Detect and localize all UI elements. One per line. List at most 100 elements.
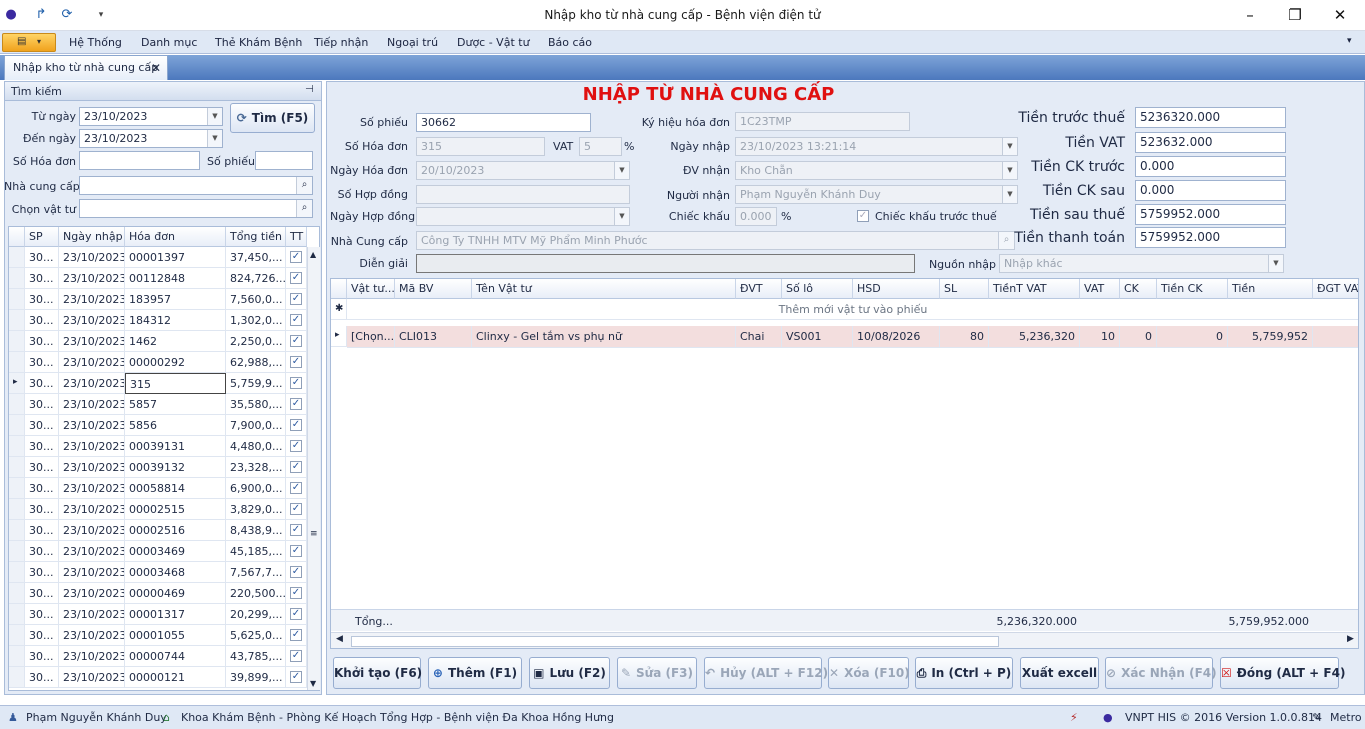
row-date-cell[interactable]: 23/10/2023 bbox=[59, 373, 125, 394]
row-date-cell[interactable]: 23/10/2023 bbox=[59, 541, 125, 562]
row-date-cell[interactable]: 23/10/2023 bbox=[59, 499, 125, 520]
chevron-down-icon[interactable]: ▼ bbox=[207, 130, 222, 147]
row-sp-cell[interactable]: 30... bbox=[25, 415, 59, 436]
row-date-cell[interactable]: 23/10/2023 bbox=[59, 457, 125, 478]
row-date-cell[interactable]: 23/10/2023 bbox=[59, 331, 125, 352]
payment-value[interactable]: 5759952.000 bbox=[1135, 227, 1286, 248]
status-checkbox[interactable]: ✓ bbox=[290, 335, 302, 347]
items-col-header[interactable]: ĐVT bbox=[736, 279, 782, 299]
row-indicator[interactable] bbox=[9, 667, 25, 688]
discount-before-tax-checkbox[interactable]: ✓ bbox=[857, 210, 869, 222]
row-tt-cell[interactable]: ✓ bbox=[286, 415, 307, 436]
row-total-cell[interactable]: 6,900,0... bbox=[226, 478, 286, 499]
row-invoice-cell[interactable]: 00000292 bbox=[125, 352, 226, 373]
row-invoice-cell[interactable]: 00000744 bbox=[125, 646, 226, 667]
row-tt-cell[interactable]: ✓ bbox=[286, 457, 307, 478]
print-button[interactable]: ⎙ In (Ctrl + P) bbox=[915, 657, 1013, 689]
row-sp-cell[interactable]: 30... bbox=[25, 583, 59, 604]
row-indicator[interactable] bbox=[9, 478, 25, 499]
contract-date-input[interactable]: ▼ bbox=[416, 207, 630, 226]
slip-input[interactable]: 30662 bbox=[416, 113, 591, 132]
item-row-indicator[interactable]: ▸ bbox=[331, 326, 347, 347]
item-dgt-cell[interactable] bbox=[1313, 326, 1358, 348]
dept-select[interactable]: Kho Chẵn ▼ bbox=[735, 161, 1018, 180]
row-tt-cell[interactable]: ✓ bbox=[286, 667, 307, 688]
row-invoice-cell[interactable]: 183957 bbox=[125, 289, 226, 310]
status-checkbox[interactable]: ✓ bbox=[290, 293, 302, 305]
row-sp-cell[interactable]: 30... bbox=[25, 499, 59, 520]
items-col-header[interactable]: Mã BV bbox=[395, 279, 472, 299]
row-invoice-cell[interactable]: 00002515 bbox=[125, 499, 226, 520]
row-total-cell[interactable]: 7,900,0... bbox=[226, 415, 286, 436]
row-indicator[interactable] bbox=[9, 457, 25, 478]
ck-after-value[interactable]: 0.000 bbox=[1135, 180, 1286, 201]
row-sp-cell[interactable]: 30... bbox=[25, 436, 59, 457]
row-indicator[interactable] bbox=[9, 541, 25, 562]
row-tt-cell[interactable]: ✓ bbox=[286, 331, 307, 352]
row-total-cell[interactable]: 1,302,0... bbox=[226, 310, 286, 331]
status-checkbox[interactable]: ✓ bbox=[290, 629, 302, 641]
row-total-cell[interactable]: 2,250,0... bbox=[226, 331, 286, 352]
row-sp-cell[interactable]: 30... bbox=[25, 373, 59, 394]
items-col-header[interactable]: CK bbox=[1120, 279, 1157, 299]
item-lo-cell[interactable]: VS001 bbox=[782, 326, 853, 348]
row-total-cell[interactable]: 8,438,9... bbox=[226, 520, 286, 541]
row-indicator[interactable] bbox=[9, 289, 25, 310]
row-indicator[interactable] bbox=[9, 583, 25, 604]
status-checkbox[interactable]: ✓ bbox=[290, 566, 302, 578]
material-search-input[interactable]: ⌕ bbox=[79, 199, 313, 218]
row-total-cell[interactable]: 37,450,... bbox=[226, 247, 286, 268]
chevron-down-icon[interactable]: ▼ bbox=[1268, 255, 1283, 272]
row-sp-cell[interactable]: 30... bbox=[25, 478, 59, 499]
row-total-cell[interactable]: 4,480,0... bbox=[226, 436, 286, 457]
contract-input[interactable] bbox=[416, 185, 630, 204]
theme-icon[interactable]: ✎ bbox=[1312, 711, 1321, 724]
row-tt-cell[interactable]: ✓ bbox=[286, 541, 307, 562]
list-scrollbar[interactable]: ▲ ≡ ▼ bbox=[307, 247, 320, 690]
row-sp-cell[interactable]: 30... bbox=[25, 604, 59, 625]
scroll-left-icon[interactable]: ◀ bbox=[336, 634, 343, 644]
row-tt-cell[interactable]: ✓ bbox=[286, 247, 307, 268]
confirm-button[interactable]: ⊘ Xác Nhận (F4) bbox=[1105, 657, 1217, 689]
chevron-down-icon[interactable]: ▼ bbox=[614, 208, 629, 225]
scroll-up-icon[interactable]: ▲ bbox=[310, 250, 316, 259]
row-total-cell[interactable]: 5,625,0... bbox=[226, 625, 286, 646]
item-tien-cell[interactable]: 5,759,952 bbox=[1228, 326, 1313, 348]
delete-button[interactable]: ✕ Xóa (F10) bbox=[828, 657, 910, 689]
row-sp-cell[interactable]: 30... bbox=[25, 541, 59, 562]
row-tt-cell[interactable]: ✓ bbox=[286, 583, 307, 604]
receiver-select[interactable]: Phạm Nguyễn Khánh Duy ▼ bbox=[735, 185, 1018, 204]
row-indicator[interactable] bbox=[9, 394, 25, 415]
menu-he-thong[interactable]: Hệ Thống bbox=[69, 36, 122, 49]
save-button[interactable]: ▣ Lưu (F2) bbox=[529, 657, 610, 689]
status-theme[interactable]: Metro bbox=[1330, 711, 1362, 724]
status-checkbox[interactable]: ✓ bbox=[290, 461, 302, 473]
items-col-header[interactable]: Số lô bbox=[782, 279, 853, 299]
supplier-search-input[interactable]: ⌕ bbox=[79, 176, 313, 195]
item-dvt-cell[interactable]: Chai bbox=[736, 326, 782, 348]
row-invoice-cell[interactable]: 00003469 bbox=[125, 541, 226, 562]
row-date-cell[interactable]: 23/10/2023 bbox=[59, 478, 125, 499]
row-date-cell[interactable]: 23/10/2023 bbox=[59, 394, 125, 415]
from-date-input[interactable]: 23/10/2023 ▼ bbox=[79, 107, 223, 126]
row-date-cell[interactable]: 23/10/2023 bbox=[59, 436, 125, 457]
status-checkbox[interactable]: ✓ bbox=[290, 356, 302, 368]
close-tab-icon[interactable]: ✕ bbox=[151, 61, 161, 75]
item-hsd-cell[interactable]: 10/08/2026 bbox=[853, 326, 940, 348]
row-sp-cell[interactable]: 30... bbox=[25, 289, 59, 310]
before-tax-value[interactable]: 5236320.000 bbox=[1135, 107, 1286, 128]
row-invoice-cell[interactable]: 184312 bbox=[125, 310, 226, 331]
items-col-header[interactable]: VAT bbox=[1080, 279, 1120, 299]
cancel-button[interactable]: ↶ Hủy (ALT + F12) bbox=[704, 657, 828, 689]
row-sp-cell[interactable]: 30... bbox=[25, 247, 59, 268]
row-sp-cell[interactable]: 30... bbox=[25, 667, 59, 688]
row-tt-cell[interactable]: ✓ bbox=[286, 352, 307, 373]
status-checkbox[interactable]: ✓ bbox=[290, 545, 302, 557]
status-checkbox[interactable]: ✓ bbox=[290, 398, 302, 410]
row-tt-cell[interactable]: ✓ bbox=[286, 289, 307, 310]
row-indicator[interactable] bbox=[9, 415, 25, 436]
menu-bao-cao[interactable]: Báo cáo bbox=[548, 36, 592, 49]
row-sp-cell[interactable]: 30... bbox=[25, 562, 59, 583]
item-ck-cell[interactable]: 0 bbox=[1120, 326, 1157, 348]
row-tt-cell[interactable]: ✓ bbox=[286, 394, 307, 415]
